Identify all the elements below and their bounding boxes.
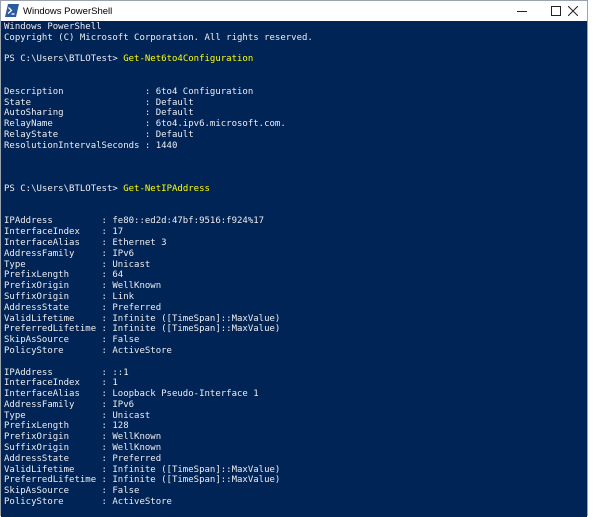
output-line: AddressFamily : IPv6 (4, 399, 135, 410)
close-icon (568, 6, 578, 16)
output-line: PrefixOrigin : WellKnown (4, 432, 162, 443)
output-line: SuffixOrigin : Link (4, 291, 135, 302)
output-line: PrefixLength : 64 (4, 270, 124, 281)
powershell-icon (5, 4, 19, 17)
output-line: SkipAsSource : False (4, 335, 140, 346)
close-button[interactable] (559, 1, 587, 21)
console-command: Get-NetIPAddress (123, 183, 210, 194)
title-bar[interactable]: Windows PowerShell (1, 1, 587, 21)
output-line: InterfaceIndex : 17 (4, 227, 124, 238)
output-line: IPAddress : ::1 (4, 367, 129, 378)
output-line: RelayState : Default (4, 129, 194, 140)
window-title: Windows PowerShell (23, 6, 113, 17)
output-line: PreferredLifetime : Infinite ([TimeSpan]… (4, 324, 281, 335)
output-line: InterfaceIndex : 1 (4, 378, 118, 389)
output-line: PreferredLifetime : Infinite ([TimeSpan]… (4, 475, 281, 486)
output-line: IPAddress : fe80::ed2d:47bf:9516:f924%17 (4, 216, 265, 227)
output-line: AutoSharing : Default (4, 108, 194, 119)
minimize-button[interactable] (505, 1, 539, 21)
output-line: Type : Unicast (4, 410, 151, 421)
output-line: Description : 6to4 Configuration (4, 86, 254, 97)
output-line: ResolutionIntervalSeconds : 1440 (4, 140, 178, 151)
output-line: PrefixLength : 128 (4, 421, 129, 432)
console-prompt: PS C:\Users\BTLOTest> (4, 54, 124, 65)
output-line: AddressState : Preferred (4, 302, 162, 313)
output-line: SkipAsSource : False (4, 486, 140, 497)
output-line: Type : Unicast (4, 259, 151, 270)
scrollbar[interactable] (588, 20, 600, 516)
output-line: RelayName : 6to4.ipv6.microsoft.com. (4, 119, 286, 130)
console-prompt: PS C:\Users\BTLOTest> (4, 183, 124, 194)
minimize-icon (517, 11, 527, 12)
console-command: Get-Net6to4Configuration (123, 54, 254, 65)
output-line: ValidLifetime : Infinite ([TimeSpan]::Ma… (4, 313, 281, 324)
output-line: PrefixOrigin : WellKnown (4, 281, 162, 292)
output-line: PolicyStore : ActiveStore (4, 345, 172, 356)
console-header-line: Copyright (C) Microsoft Corporation. All… (4, 32, 313, 43)
output-line: AddressFamily : IPv6 (4, 248, 135, 259)
output-line: ValidLifetime : Infinite ([TimeSpan]::Ma… (4, 464, 281, 475)
console-output[interactable]: Windows PowerShell Copyright (C) Microso… (1, 21, 587, 517)
output-line: PolicyStore : ActiveStore (4, 497, 172, 508)
console-header-line: Windows PowerShell (4, 22, 102, 32)
output-line: AddressState : Preferred (4, 453, 162, 464)
output-line: InterfaceAlias : Loopback Pseudo-Interfa… (4, 389, 259, 400)
powershell-window: Windows PowerShell Windows PowerShell Co… (0, 0, 588, 517)
output-line: SuffixOrigin : WellKnown (4, 443, 162, 454)
output-line: InterfaceAlias : Ethernet 3 (4, 237, 167, 248)
output-line: State : Default (4, 97, 194, 108)
console-lines: Windows PowerShell Copyright (C) Microso… (4, 22, 313, 508)
